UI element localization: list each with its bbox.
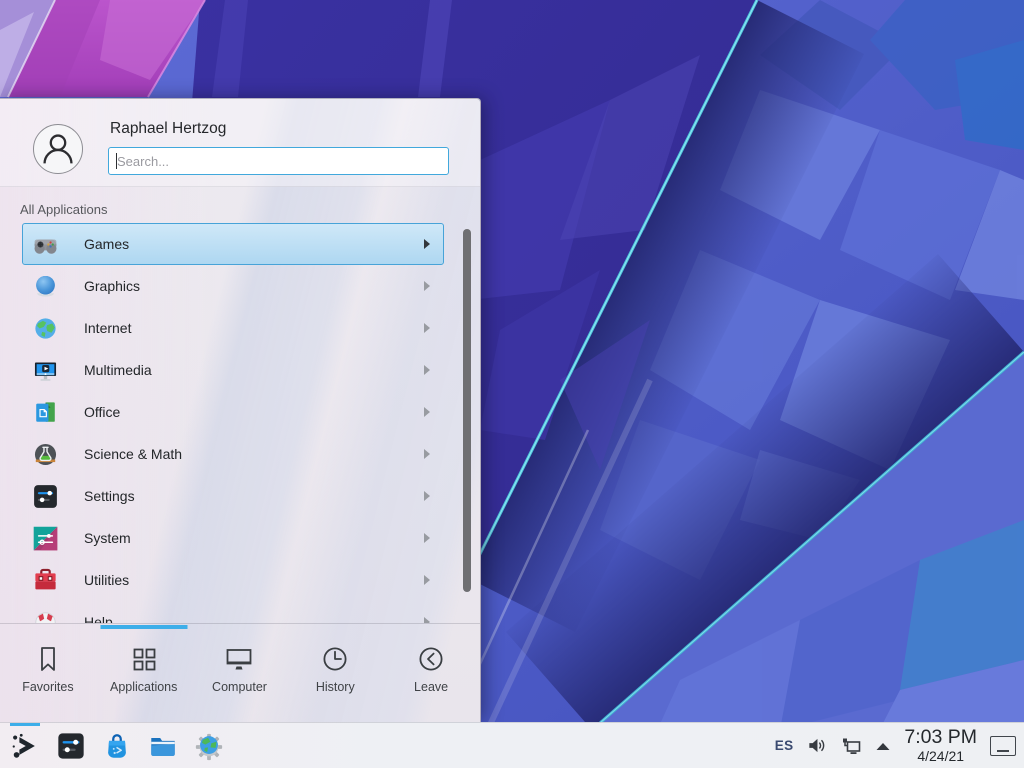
graphics-icon <box>32 273 59 300</box>
submenu-arrow-icon <box>424 281 430 291</box>
clock-time: 7:03 PM <box>904 728 977 748</box>
science-icon <box>32 441 59 468</box>
keyboard-layout-indicator[interactable]: ES <box>775 738 794 753</box>
category-item-office[interactable]: Office <box>22 391 444 433</box>
systemsettings-icon <box>56 731 86 761</box>
taskbar-app-kickoff[interactable] <box>10 723 40 768</box>
category-item-science[interactable]: Science & Math <box>22 433 444 475</box>
taskbar-app-browser[interactable] <box>194 723 224 768</box>
search-input[interactable] <box>109 148 448 174</box>
volume-icon[interactable] <box>806 735 827 756</box>
favorites-icon <box>33 644 63 674</box>
tab-leave[interactable]: Leave <box>383 624 479 723</box>
help-icon <box>32 609 59 624</box>
system-tray: ES 7:03 PM 4/24/21 <box>775 723 1016 768</box>
user-avatar-icon[interactable] <box>33 124 83 174</box>
category-label: Games <box>84 236 129 252</box>
taskbar-app-systemsettings[interactable] <box>56 723 86 768</box>
category-label: Utilities <box>84 572 129 588</box>
category-label: Office <box>84 404 120 420</box>
category-label: Settings <box>84 488 135 504</box>
taskbar-app-dolphin[interactable] <box>148 723 178 768</box>
submenu-arrow-icon <box>424 239 430 249</box>
pinned-apps <box>10 723 224 768</box>
section-label: All Applications <box>20 202 107 217</box>
category-item-settings[interactable]: Settings <box>22 475 444 517</box>
network-icon[interactable] <box>840 735 862 757</box>
category-label: Multimedia <box>84 362 152 378</box>
launcher-tabbar: Favorites Applications Computer <box>0 624 479 723</box>
leave-icon <box>416 644 446 674</box>
category-label: Internet <box>84 320 131 336</box>
multimedia-icon <box>32 357 59 384</box>
category-item-help[interactable]: Help <box>22 601 444 623</box>
text-caret <box>116 153 117 169</box>
tab-label: Favorites <box>22 680 73 694</box>
user-name: Raphael Hertzog <box>110 120 226 138</box>
category-label: System <box>84 530 131 546</box>
tab-history[interactable]: History <box>287 624 383 723</box>
taskbar-app-discover[interactable] <box>102 723 132 768</box>
tray-expander-caret-icon[interactable] <box>875 740 891 752</box>
category-item-utilities[interactable]: Utilities <box>22 559 444 601</box>
category-label: Help <box>84 614 113 623</box>
submenu-arrow-icon <box>424 323 430 333</box>
kickoff-icon <box>10 731 40 761</box>
category-list: Games Graphics Internet <box>22 216 444 623</box>
submenu-arrow-icon <box>424 533 430 543</box>
tab-label: Applications <box>110 680 177 694</box>
tab-label: Computer <box>212 680 267 694</box>
tab-applications[interactable]: Applications <box>96 624 192 723</box>
submenu-arrow-icon <box>424 449 430 459</box>
utilities-icon <box>32 567 59 594</box>
category-item-internet[interactable]: Internet <box>22 307 444 349</box>
games-icon <box>32 231 59 258</box>
browser-icon <box>194 731 224 761</box>
search-box[interactable] <box>108 147 449 175</box>
system-icon <box>32 525 59 552</box>
scrollbar-thumb[interactable] <box>463 229 471 592</box>
tab-computer[interactable]: Computer <box>192 624 288 723</box>
computer-icon <box>224 644 254 674</box>
submenu-arrow-icon <box>424 407 430 417</box>
digital-clock[interactable]: 7:03 PM 4/24/21 <box>904 728 977 763</box>
office-icon <box>32 399 59 426</box>
tab-label: History <box>316 680 355 694</box>
taskbar: ES 7:03 PM 4/24/21 <box>0 722 1024 768</box>
submenu-arrow-icon <box>424 365 430 375</box>
category-item-system[interactable]: System <box>22 517 444 559</box>
tab-favorites[interactable]: Favorites <box>0 624 96 723</box>
submenu-arrow-icon <box>424 491 430 501</box>
internet-icon <box>32 315 59 342</box>
application-launcher-panel: Raphael Hertzog All Applications Games G… <box>0 98 481 722</box>
category-item-games[interactable]: Games <box>22 223 444 265</box>
category-item-graphics[interactable]: Graphics <box>22 265 444 307</box>
history-icon <box>320 644 350 674</box>
category-label: Science & Math <box>84 446 182 462</box>
applications-icon <box>129 644 159 674</box>
clock-date: 4/24/21 <box>904 749 977 763</box>
tab-label: Leave <box>414 680 448 694</box>
submenu-arrow-icon <box>424 575 430 585</box>
launcher-header: Raphael Hertzog <box>0 99 480 187</box>
settings-icon <box>32 483 59 510</box>
category-item-multimedia[interactable]: Multimedia <box>22 349 444 391</box>
show-desktop-button[interactable] <box>990 736 1016 756</box>
dolphin-icon <box>148 731 178 761</box>
discover-icon <box>102 731 132 761</box>
category-label: Graphics <box>84 278 140 294</box>
